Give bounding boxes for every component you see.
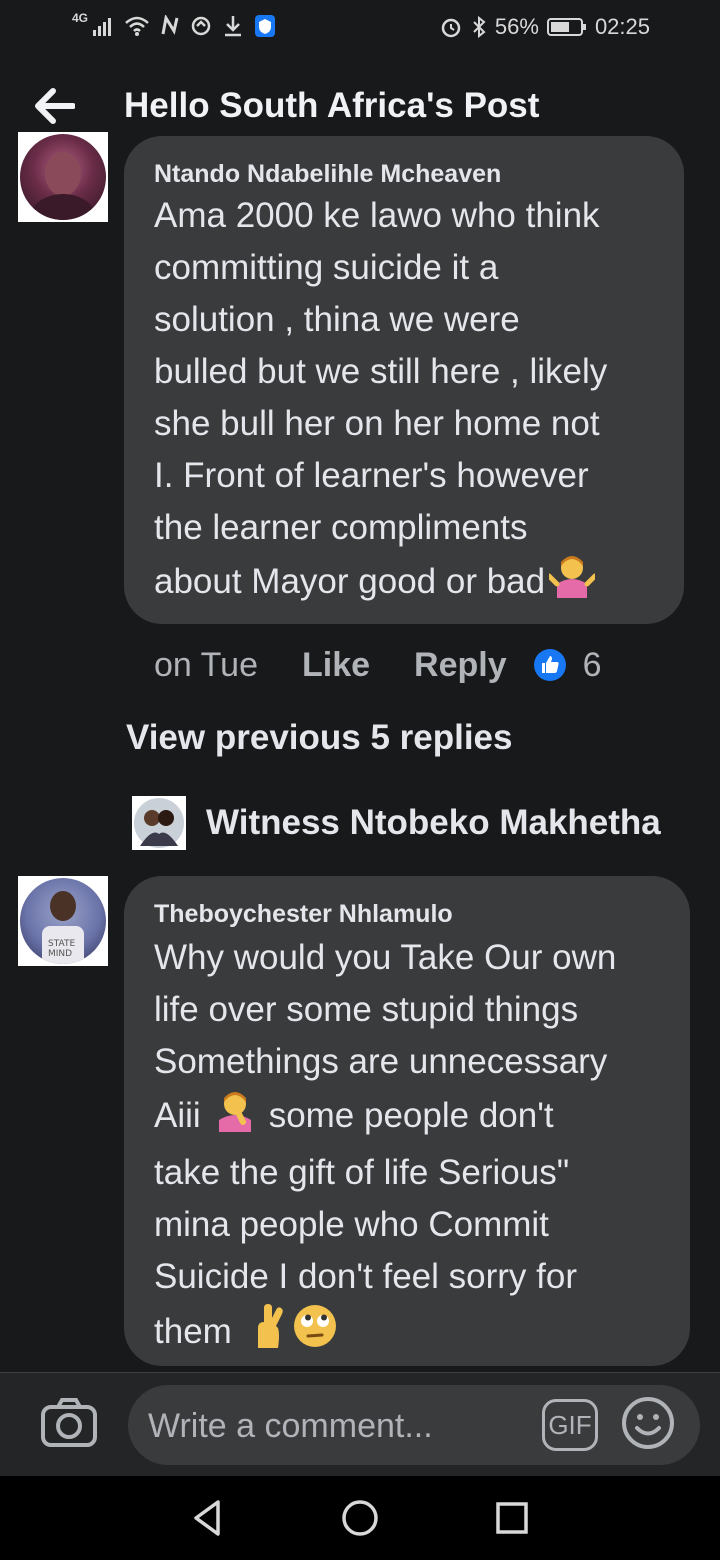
camera-icon [41,1398,97,1447]
comment-line: Ama 2000 ke lawo who think [154,196,600,235]
comment-composer: GIF [0,1372,720,1477]
nav-back-button[interactable] [186,1496,230,1540]
crossed-fingers-icon [250,1304,286,1363]
alarm-icon [441,18,461,38]
comment-line: life over some stupid things [154,990,579,1029]
network-type: 4G [72,11,89,25]
person-icon: STATE MIND [42,891,84,964]
comment-time[interactable]: on Tue [154,646,258,685]
comment-actions: on Tue Like Reply 6 [154,640,602,690]
system-navigation-bar [0,1476,720,1560]
avatar-photo: STATE MIND [20,878,106,964]
comment-line-mixed: Aiii some people don't [154,1088,616,1147]
status-bar: 4G 56% 02:25 [0,0,720,56]
comment-line-text: some people don't [268,1095,554,1135]
comment-line-last: them [154,1303,616,1364]
comment-author[interactable]: Ntando Ndabelihle Mcheaven [154,160,501,189]
comment-line: bulled but we still here , likely [154,352,608,391]
comment-author[interactable]: Theboychester Nhlamulo [154,900,453,929]
comment-line: committing suicide it a [154,248,499,287]
gif-button[interactable]: GIF [542,1399,598,1451]
reaction-count[interactable]: 6 [533,646,602,685]
back-button[interactable] [28,80,80,132]
comment-body: Why would you Take Our own life over som… [154,932,616,1364]
comment-body: Ama 2000 ke lawo who think committing su… [154,190,607,613]
avatar-ntando[interactable] [18,132,108,222]
comment-bubble-1[interactable]: Ntando Ndabelihle Mcheaven Ama 2000 ke l… [124,136,684,624]
comment-line: Somethings are unnecessary [154,1042,608,1081]
n-icon [161,15,179,35]
person-icon [134,798,184,848]
comment-line: Suicide I don't feel sorry for [154,1257,577,1296]
square-recents-icon [496,1502,528,1534]
nav-recents-button[interactable] [490,1496,534,1540]
comment-line-text: them [154,1311,232,1351]
clock: 02:25 [594,14,650,39]
status-left: 4G [72,11,276,38]
comment-bubble-2[interactable]: Theboychester Nhlamulo Why would you Tak… [124,876,690,1366]
comment-input[interactable] [146,1399,530,1453]
signal-icon [93,18,112,36]
wifi-icon [125,16,149,36]
bluetooth-icon [473,15,486,39]
thumbs-up-icon [533,649,566,681]
triangle-back-icon [194,1500,220,1536]
woman-shrugging-icon [546,554,598,613]
view-previous-replies[interactable]: View previous 5 replies [126,718,513,758]
svg-text:STATE: STATE [48,939,75,949]
circle-home-icon [342,1500,378,1536]
woman-facepalming-icon [213,1088,257,1147]
reply-thread-row[interactable]: Witness Ntobeko Makhetha [132,794,661,852]
gif-label: GIF [548,1409,592,1440]
comment-line: Why would you Take Our own [154,938,617,977]
comment-line-text: Aiii [154,1095,201,1135]
camera-button[interactable] [40,1397,98,1449]
smiley-icon [622,1397,674,1449]
comment-line: solution , thina we were [154,300,520,339]
comment-line: take the gift of life Serious" [154,1153,570,1192]
status-right: 56% 02:25 [439,14,650,40]
avatar-photo [20,134,106,220]
like-count: 6 [582,645,602,684]
comment-box: GIF [128,1385,700,1465]
page-title: Hello South Africa's Post [124,86,540,125]
shield-icon [255,15,276,37]
battery-percent: 56% [494,14,539,39]
like-button[interactable]: Like [302,646,370,685]
reply-author[interactable]: Witness Ntobeko Makhetha [206,803,661,843]
screen: 4G 56% 02:25 Hello South Africa's Post N… [0,0,720,1560]
nav-home-button[interactable] [338,1496,382,1540]
avatar-theboychester[interactable]: STATE MIND [18,876,108,966]
battery-icon [546,18,586,36]
comment-line: the learner compliments [154,508,528,547]
comment-line: she bull her on her home not [154,404,600,443]
comment-line-text: about Mayor good or bad [154,561,546,601]
svg-text:MIND: MIND [48,949,72,959]
download-icon [225,16,242,37]
emoji-button[interactable] [620,1395,676,1451]
comment-line: mina people who Commit [154,1205,549,1244]
face-with-rolling-eyes-icon [292,1303,338,1364]
avatar-witness[interactable] [132,796,186,850]
sync-icon [191,16,211,36]
person-icon [29,152,97,220]
arrow-left-icon [35,88,75,124]
reply-button[interactable]: Reply [414,646,507,685]
comment-line: I. Front of learner's however [154,456,589,495]
comment-line-last: about Mayor good or bad [154,554,607,613]
